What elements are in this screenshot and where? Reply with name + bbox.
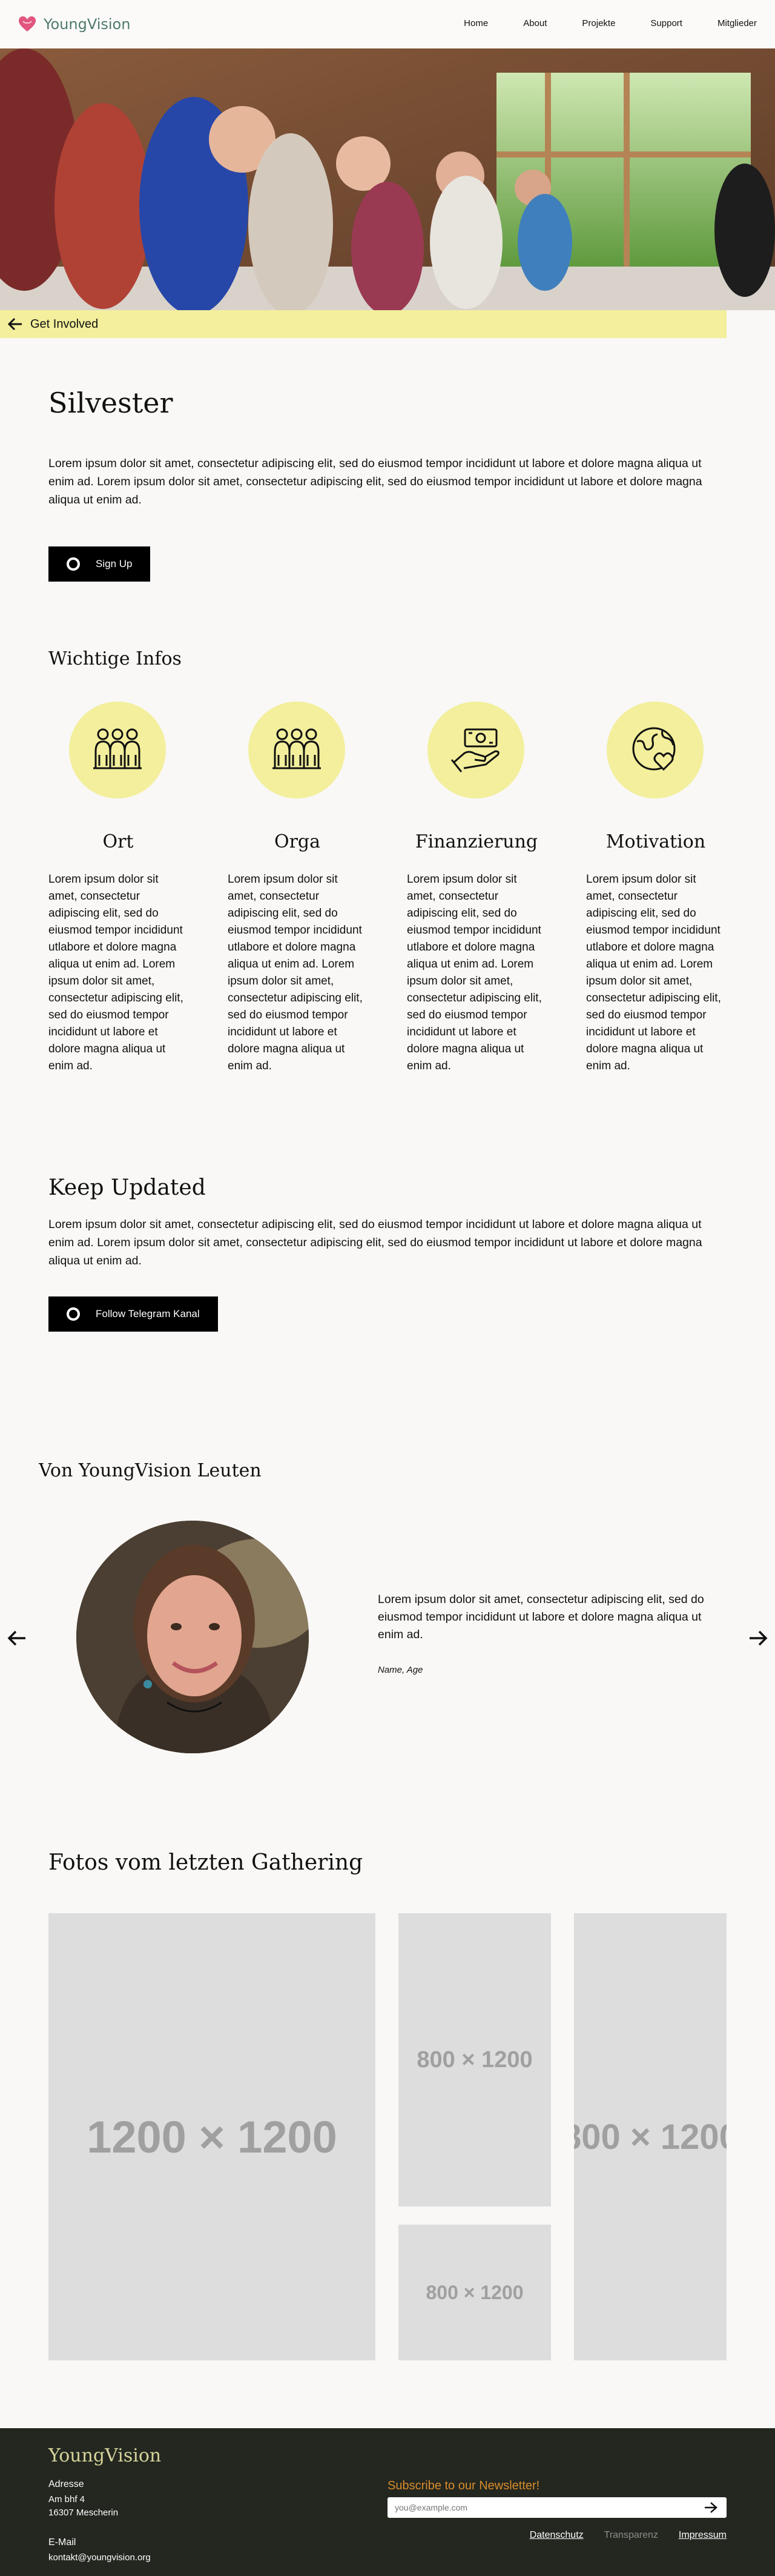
placeholder-size-label: 800 × 1200	[574, 2117, 727, 2157]
newsletter-title: Subscribe to our Newsletter!	[388, 2479, 540, 2492]
address-line: 16307 Mescherin	[48, 2508, 119, 2518]
site-footer: YoungVision Adresse Am bhf 4 16307 Mesch…	[0, 2428, 775, 2576]
brand-name: YoungVision	[44, 16, 131, 33]
info-icon-circle	[427, 702, 524, 798]
info-card-text: Lorem ipsum dolor sit amet, consectetur …	[228, 873, 363, 1072]
info-card-title: Ort	[102, 831, 134, 852]
placeholder-size-label: 1200 × 1200	[87, 2111, 337, 2162]
arrow-left-icon	[7, 317, 22, 331]
sign-up-label: Sign Up	[96, 558, 133, 569]
testimonial-quote: Lorem ipsum dolor sit amet, consectetur …	[378, 1593, 704, 1641]
placeholder-size-label: 800 × 1200	[417, 2047, 533, 2073]
get-involved-back-link[interactable]: Get Involved	[0, 310, 727, 338]
info-card-title: Motivation	[605, 831, 706, 852]
info-card-text: Lorem ipsum dolor sit amet, consectetur …	[48, 873, 183, 1072]
hero-photo	[0, 48, 775, 310]
updates-text: Lorem ipsum dolor sit amet, consectetur …	[48, 1218, 702, 1267]
info-icon-circle	[607, 702, 704, 798]
logo[interactable]: YoungVision	[18, 15, 130, 34]
newsletter-form	[388, 2497, 727, 2518]
updates-title: Keep Updated	[48, 1175, 206, 1200]
arrow-right-icon[interactable]	[704, 2501, 718, 2514]
address-line: Am bhf 4	[48, 2494, 85, 2505]
heart-logo-icon	[19, 16, 36, 32]
gallery-title: Fotos vom letzten Gathering	[48, 1850, 363, 1875]
footer-links: Datenschutz Transparenz Impressum	[509, 2530, 727, 2541]
info-icon-circle	[69, 702, 166, 798]
follow-telegram-button[interactable]: Follow Telegram Kanal	[48, 1296, 218, 1332]
email-label: E-Mail	[48, 2537, 76, 2548]
site-header: YoungVision Home About Projekte Support …	[0, 0, 775, 48]
globe-heart-icon	[632, 727, 676, 771]
gallery-photo-placeholder[interactable]: 800 × 1200	[574, 1913, 727, 2360]
circle-icon	[67, 1307, 80, 1321]
nav-mitglieder[interactable]: Mitglieder	[717, 18, 757, 28]
gallery-photo-placeholder[interactable]: 1200 × 1200	[48, 1913, 375, 2360]
nav-home[interactable]: Home	[464, 18, 488, 28]
group-photo-illustration	[0, 48, 775, 310]
gallery-photo-placeholder[interactable]: 800 × 1200	[398, 2225, 551, 2360]
nav-projekte[interactable]: Projekte	[582, 18, 615, 28]
arrow-left-icon[interactable]	[6, 1627, 28, 1649]
info-icon-circle	[248, 702, 345, 798]
portrait-illustration	[76, 1521, 309, 1753]
footer-brand: YoungVision	[48, 2445, 162, 2466]
nav-about[interactable]: About	[523, 18, 547, 28]
footer-link-datenschutz[interactable]: Datenschutz	[530, 2530, 584, 2541]
info-card-text: Lorem ipsum dolor sit amet, consectetur …	[586, 873, 721, 1072]
page-title: Silvester	[48, 387, 173, 419]
info-section-title: Wichtige Infos	[48, 648, 182, 669]
address-label: Adresse	[48, 2479, 84, 2489]
circle-icon	[67, 557, 80, 571]
info-card-title: Finanzierung	[415, 831, 538, 852]
hand-money-icon	[450, 728, 500, 772]
gallery-photo-placeholder[interactable]: 800 × 1200	[398, 1913, 551, 2206]
testimonial-author: Name, Age	[378, 1665, 423, 1675]
nav-support[interactable]: Support	[650, 18, 682, 28]
newsletter-email-input[interactable]	[388, 2497, 690, 2518]
info-card-title: Orga	[274, 831, 321, 852]
follow-telegram-label: Follow Telegram Kanal	[96, 1308, 200, 1320]
back-link-label: Get Involved	[30, 317, 99, 331]
testimonials-title: Von YoungVision Leuten	[39, 1460, 262, 1481]
footer-link-transparenz[interactable]: Transparenz	[604, 2530, 658, 2541]
email-link[interactable]: kontakt@youngvision.org	[48, 2551, 151, 2565]
info-card-text: Lorem ipsum dolor sit amet, consectetur …	[407, 873, 542, 1072]
sign-up-button[interactable]: Sign Up	[48, 546, 151, 582]
main-nav: Home About Projekte Support Mitglieder	[429, 18, 757, 28]
intro-text: Lorem ipsum dolor sit amet, consectetur …	[48, 457, 702, 506]
arrow-right-icon[interactable]	[747, 1627, 769, 1649]
people-group-icon	[93, 728, 142, 769]
placeholder-size-label: 800 × 1200	[426, 2281, 524, 2303]
people-group-icon	[272, 728, 321, 769]
testimonial-photo	[76, 1521, 309, 1753]
footer-link-impressum[interactable]: Impressum	[679, 2530, 727, 2541]
